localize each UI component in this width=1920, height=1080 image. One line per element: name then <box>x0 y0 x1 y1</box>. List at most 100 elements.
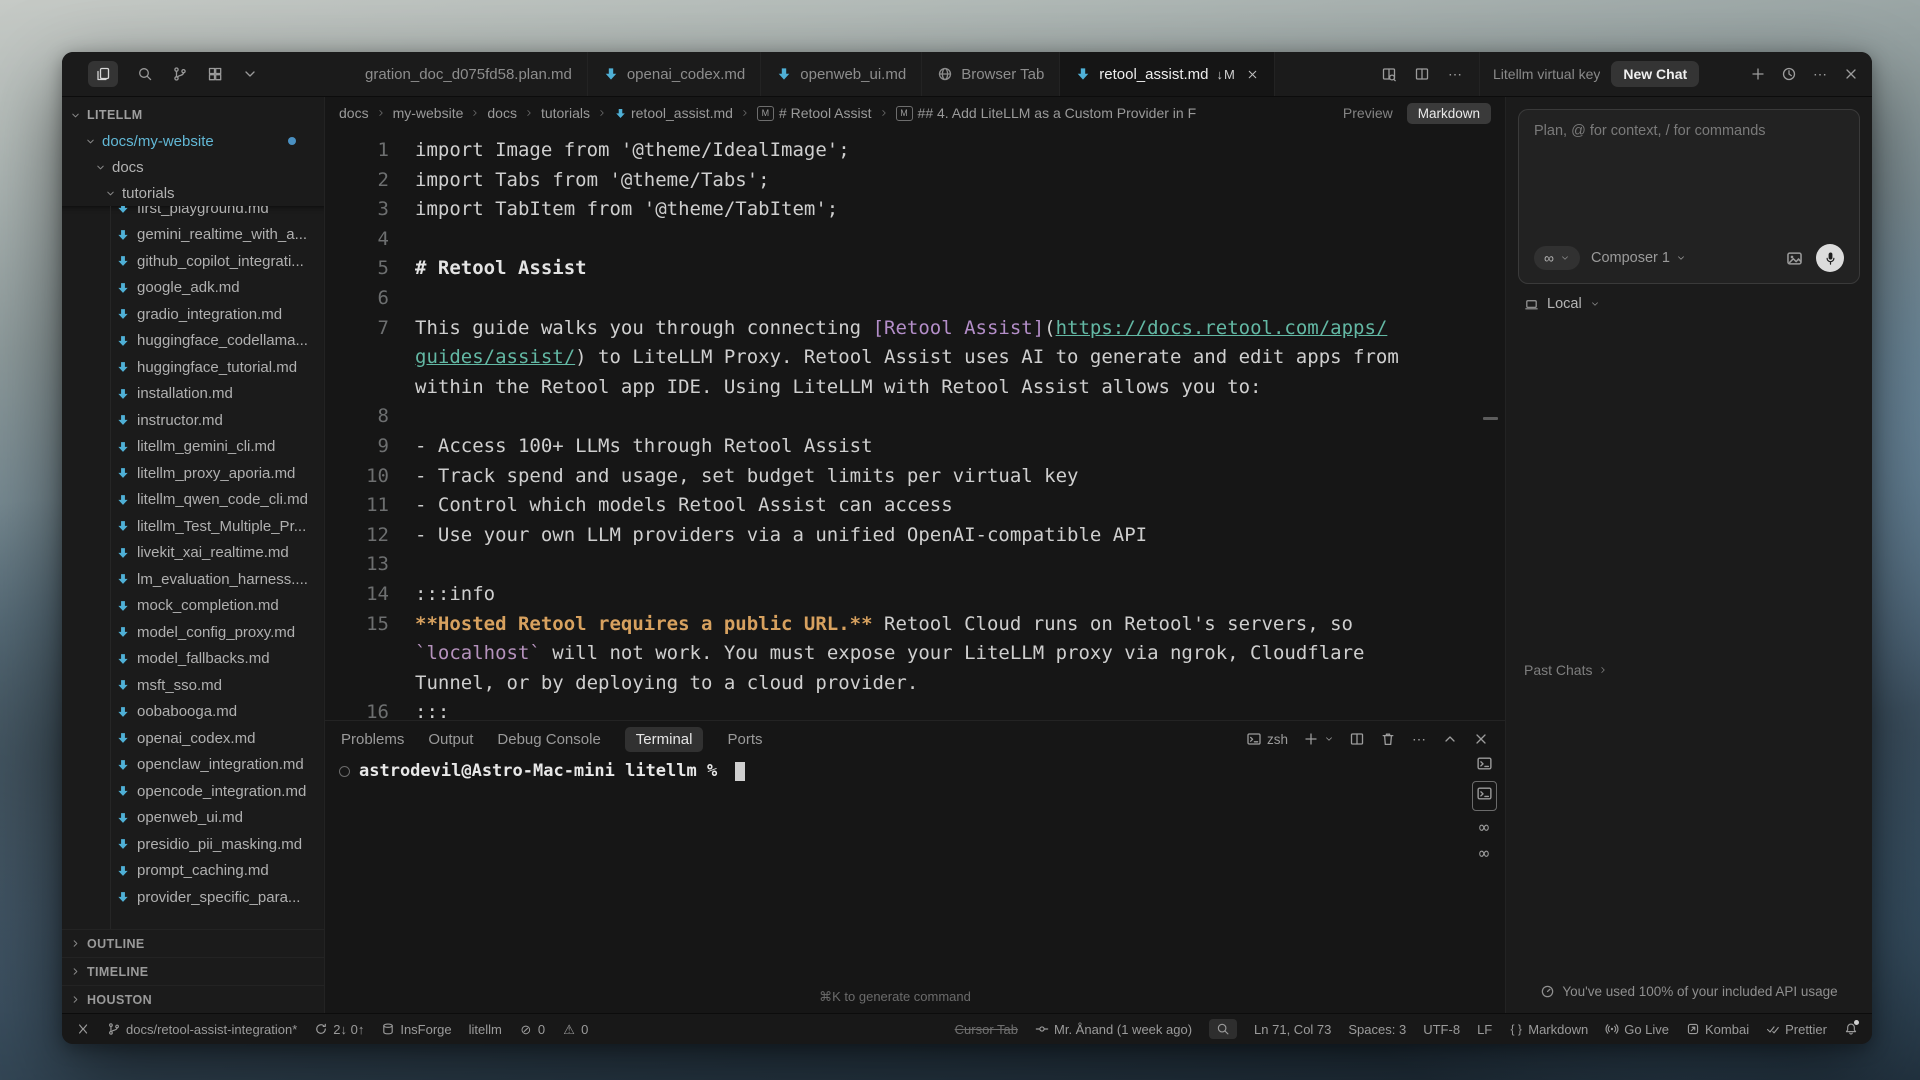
file-item[interactable]: oobabooga.md <box>62 699 324 726</box>
close-icon[interactable] <box>1843 66 1859 82</box>
terminal-action[interactable] <box>1303 731 1319 747</box>
terminal-action[interactable] <box>1473 731 1489 747</box>
file-item[interactable]: presidio_pii_masking.md <box>62 831 324 858</box>
format-mode-button[interactable]: Markdown <box>1407 103 1491 124</box>
breadcrumb-item[interactable]: my-website <box>393 105 464 121</box>
panel-tab-ports[interactable]: Ports <box>727 731 762 748</box>
more-icon[interactable]: ⋯ <box>1812 66 1828 82</box>
sidebar-section-timeline[interactable]: TIMELINE <box>62 957 324 985</box>
breadcrumb-item[interactable]: tutorials <box>541 105 590 121</box>
status-item-mr-nand-1-week-ago-[interactable]: Mr. Ånand (1 week ago) <box>1035 1022 1192 1037</box>
file-item[interactable]: litellm_Test_Multiple_Pr... <box>62 513 324 540</box>
file-item[interactable]: github_copilot_integrati... <box>62 248 324 275</box>
panel-tab-terminal[interactable]: Terminal <box>625 727 704 752</box>
status-item-spaces-3[interactable]: Spaces: 3 <box>1348 1022 1406 1037</box>
terminal-action[interactable]: zsh <box>1246 731 1288 747</box>
sidebar-folder-tutorials[interactable]: tutorials <box>62 180 324 206</box>
terminal-action[interactable] <box>1349 731 1365 747</box>
mode-selector[interactable]: ∞ <box>1534 246 1580 270</box>
infinity-icon[interactable]: ∞ <box>1476 820 1493 837</box>
split-icon[interactable] <box>1414 66 1430 82</box>
status-item-remote[interactable] <box>76 1022 90 1036</box>
tab-openweb-ui-md[interactable]: openweb_ui.md <box>761 52 922 96</box>
status-item-bell[interactable] <box>1844 1022 1858 1036</box>
explorer-root[interactable]: LITELLM <box>62 102 324 128</box>
panel-tab-problems[interactable]: Problems <box>341 731 404 748</box>
status-item-docs-retool-assist-integrati[interactable]: docs/retool-assist-integration* <box>107 1022 297 1037</box>
file-item[interactable]: first_playground.md <box>62 206 324 222</box>
status-item-markdown[interactable]: { }Markdown <box>1509 1022 1588 1037</box>
file-item[interactable]: installation.md <box>62 381 324 408</box>
context-selector[interactable]: Local <box>1524 296 1854 312</box>
more-icon[interactable]: ⋯ <box>1447 66 1463 82</box>
selected-session-box[interactable] <box>1472 781 1497 811</box>
ai-tab-new-chat[interactable]: New Chat <box>1611 61 1699 87</box>
close-icon[interactable] <box>1246 68 1259 81</box>
panel-tab-output[interactable]: Output <box>428 731 473 748</box>
status-item-prettier[interactable]: Prettier <box>1766 1022 1827 1037</box>
status-item-go-live[interactable]: Go Live <box>1605 1022 1669 1037</box>
sidebar-section-houston[interactable]: HOUSTON <box>62 985 324 1013</box>
past-chats-link[interactable]: Past Chats <box>1524 662 1608 678</box>
status-item-ln-71-col-73[interactable]: Ln 71, Col 73 <box>1254 1022 1331 1037</box>
file-item[interactable]: provider_specific_para... <box>62 884 324 911</box>
terminal-panel-icon[interactable] <box>1476 755 1493 772</box>
image-attach-icon[interactable] <box>1785 249 1804 268</box>
file-item[interactable]: google_adk.md <box>62 275 324 302</box>
file-item[interactable]: lm_evaluation_harness.... <box>62 566 324 593</box>
tab-browser-tab[interactable]: Browser Tab <box>922 52 1060 96</box>
breadcrumb-item[interactable]: docs <box>487 105 517 121</box>
status-item-utf-8[interactable]: UTF-8 <box>1423 1022 1460 1037</box>
file-item[interactable]: litellm_qwen_code_cli.md <box>62 487 324 514</box>
tab-gration-doc-d075fd58-plan-md[interactable]: gration_doc_d075fd58.plan.md <box>350 52 588 96</box>
explorer-icon[interactable] <box>95 66 111 82</box>
search-icon[interactable] <box>137 66 153 82</box>
sidebar-folder-docs[interactable]: docs <box>62 154 324 180</box>
infinity-icon[interactable]: ∞ <box>1476 846 1493 863</box>
composer-selector[interactable]: Composer 1 <box>1591 250 1686 266</box>
code-editor[interactable]: 1import Image from '@theme/IdealImage';2… <box>325 129 1505 720</box>
sidebar-section-outline[interactable]: OUTLINE <box>62 929 324 957</box>
terminal-body[interactable]: astrodevil@Astro-Mac-mini litellm % ⌘K t… <box>325 757 1505 1013</box>
split-search-icon[interactable] <box>1381 66 1397 82</box>
sidebar-folder-docs-my-website[interactable]: docs/my-website <box>62 128 324 154</box>
file-item[interactable]: instructor.md <box>62 407 324 434</box>
file-item[interactable]: model_fallbacks.md <box>62 646 324 673</box>
file-item[interactable]: openweb_ui.md <box>62 805 324 832</box>
chat-input[interactable]: Plan, @ for context, / for commands ∞ Co… <box>1518 109 1860 284</box>
history-icon[interactable] <box>1781 66 1797 82</box>
file-item[interactable]: openclaw_integration.md <box>62 752 324 779</box>
status-item-cursor-tab[interactable]: Cursor Tab <box>955 1022 1018 1037</box>
mic-button[interactable] <box>1816 244 1844 272</box>
activity-active-box[interactable] <box>88 61 118 87</box>
source-control-icon[interactable] <box>172 66 188 82</box>
tab-retool-assist-md[interactable]: retool_assist.md↓M <box>1060 52 1275 96</box>
status-item-2-0-[interactable]: 2↓ 0↑ <box>314 1022 364 1037</box>
preview-label[interactable]: Preview <box>1343 105 1393 121</box>
file-item[interactable]: livekit_xai_realtime.md <box>62 540 324 567</box>
file-item[interactable]: gemini_realtime_with_a... <box>62 222 324 249</box>
terminal-action[interactable] <box>1380 731 1396 747</box>
breadcrumb-item[interactable]: docs <box>339 105 369 121</box>
plus-icon[interactable] <box>1750 66 1766 82</box>
breadcrumb-item[interactable]: M## 4. Add LiteLLM as a Custom Provider … <box>896 105 1197 121</box>
status-item-search[interactable] <box>1209 1019 1237 1039</box>
file-item[interactable]: litellm_proxy_aporia.md <box>62 460 324 487</box>
file-item[interactable]: msft_sso.md <box>62 672 324 699</box>
file-item[interactable]: opencode_integration.md <box>62 778 324 805</box>
terminal-action[interactable]: ⋯ <box>1411 731 1427 747</box>
tab-openai-codex-md[interactable]: openai_codex.md <box>588 52 761 96</box>
file-item[interactable]: huggingface_codellama... <box>62 328 324 355</box>
terminal-action[interactable] <box>1442 731 1458 747</box>
panel-tab-debug-console[interactable]: Debug Console <box>497 731 600 748</box>
terminal-panel-icon[interactable] <box>1476 785 1493 802</box>
extensions-icon[interactable] <box>207 66 223 82</box>
status-item-kombai[interactable]: Kombai <box>1686 1022 1749 1037</box>
file-item[interactable]: mock_completion.md <box>62 593 324 620</box>
status-item-0[interactable]: ⊘0 <box>519 1022 545 1037</box>
status-item-0[interactable]: ⚠0 <box>562 1022 588 1037</box>
status-item-insforge[interactable]: InsForge <box>381 1022 451 1037</box>
chevron-down-icon[interactable] <box>242 66 258 82</box>
file-item[interactable]: litellm_gemini_cli.md <box>62 434 324 461</box>
status-item-litellm[interactable]: litellm <box>469 1022 502 1037</box>
